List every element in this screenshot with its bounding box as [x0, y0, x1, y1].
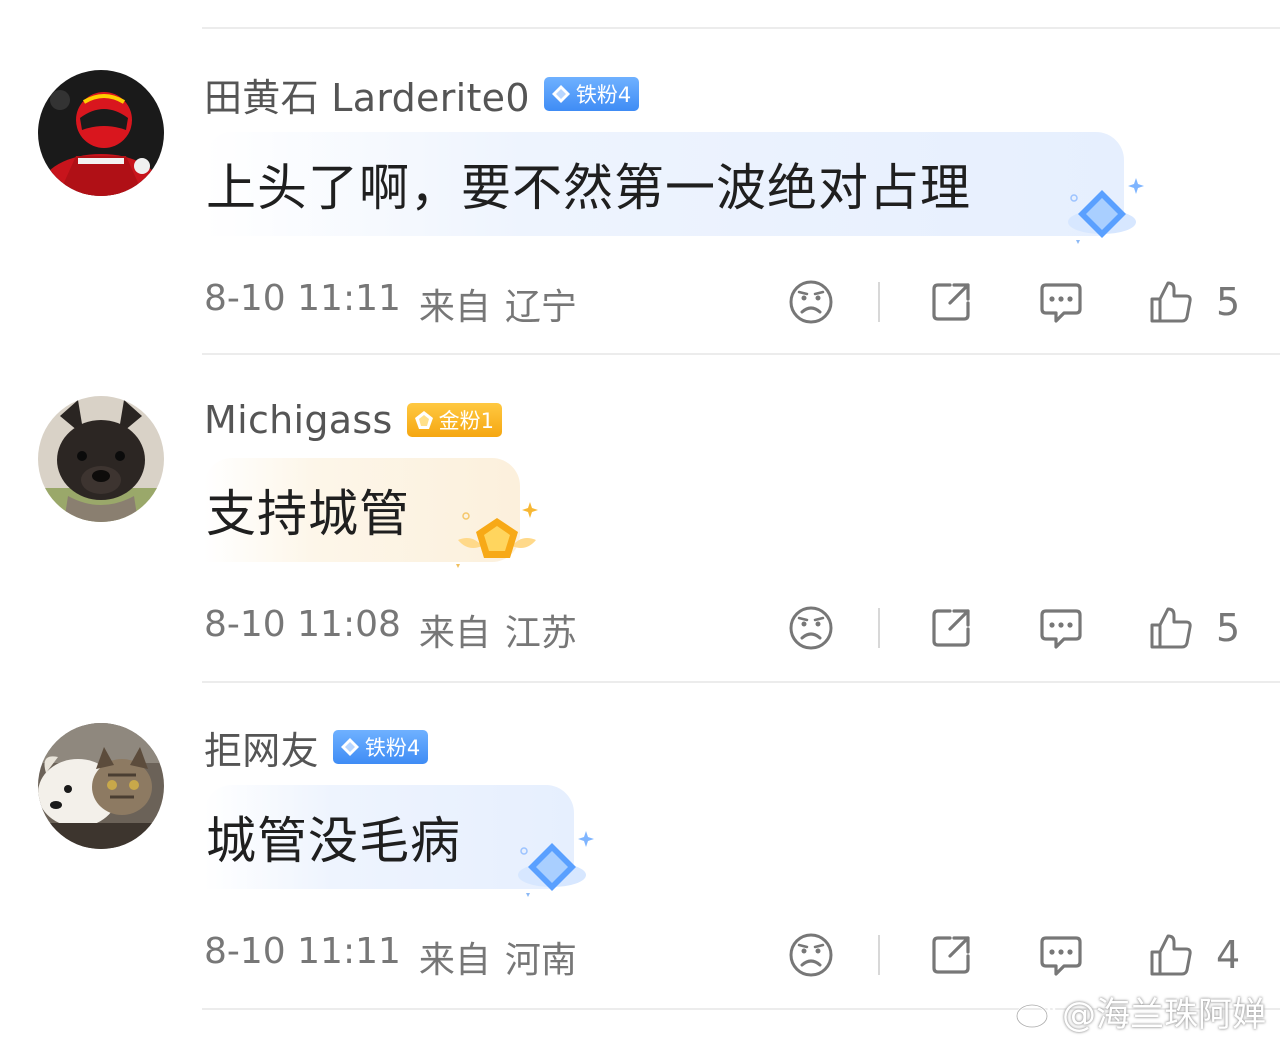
timestamp: 8-10 11:08 [204, 604, 401, 645]
share-button[interactable] [928, 274, 974, 330]
fan-badge[interactable]: 金粉1 [406, 403, 502, 437]
comment-actions: 4 [780, 927, 1260, 983]
thumbs-up-icon [1150, 607, 1192, 649]
share-icon [932, 936, 970, 974]
like-count: 5 [1216, 280, 1241, 324]
username[interactable]: 田黄石 Larderite0 [204, 67, 530, 122]
comment-text: 支持城管 [206, 485, 410, 543]
like-count: 5 [1216, 606, 1241, 650]
avatar[interactable] [38, 723, 164, 849]
timestamp: 8-10 11:11 [204, 931, 401, 972]
from-label: 来自 [418, 287, 491, 328]
comment-icon [1040, 936, 1082, 976]
comment-bubble[interactable]: 上头了啊，要不然第一波绝对占理 [204, 132, 1144, 244]
comment-meta: 8-10 11:11 来自 辽宁 [204, 278, 577, 330]
watermark: @海兰珠阿婵 [1014, 987, 1266, 1036]
like-button[interactable]: 4 [1148, 927, 1240, 983]
diamond-decoration-icon [1068, 178, 1144, 244]
comment-bubble[interactable]: 支持城管 [204, 458, 538, 568]
comment-meta: 8-10 11:11 来自 河南 [204, 931, 577, 983]
diamond-icon [551, 85, 570, 103]
fan-badge[interactable]: 铁粉4 [332, 730, 429, 764]
pentagon-gem-icon [414, 411, 433, 429]
action-separator [878, 935, 880, 975]
share-icon [932, 283, 970, 321]
timestamp: 8-10 11:11 [204, 278, 401, 319]
share-button[interactable] [928, 927, 974, 983]
dislike-button[interactable] [788, 274, 834, 330]
comment-item: Michigass 金粉1 支持城管 8-10 11:08 来自 江苏 5 [0, 356, 1280, 682]
reply-button[interactable] [1038, 274, 1084, 330]
reply-button[interactable] [1038, 600, 1084, 656]
comment-icon [1040, 609, 1082, 649]
username[interactable]: 拒网友 [204, 720, 319, 775]
thumbs-up-icon [1150, 281, 1192, 323]
fan-badge[interactable]: 铁粉4 [543, 77, 640, 111]
diamond-icon [340, 738, 359, 756]
watermark-text: @海兰珠阿婵 [1062, 995, 1266, 1035]
action-separator [878, 608, 880, 648]
comment-item: 拒网友 铁粉4 城管没毛病 8-10 11:11 来自 河南 4 [0, 683, 1280, 1009]
location: 辽宁 [504, 287, 577, 328]
reply-button[interactable] [1038, 927, 1084, 983]
location: 江苏 [504, 613, 577, 654]
comment-text: 上头了啊，要不然第一波绝对占理 [206, 159, 971, 217]
from-label: 来自 [418, 613, 491, 654]
diamond-decoration-icon [518, 831, 594, 897]
badge-label: 铁粉4 [575, 83, 632, 107]
from-label: 来自 [418, 940, 491, 981]
badge-label: 金粉1 [438, 409, 494, 433]
like-button[interactable]: 5 [1148, 600, 1240, 656]
action-separator [878, 282, 880, 322]
weibo-logo-icon [1015, 998, 1056, 1028]
comment-text: 城管没毛病 [206, 812, 461, 870]
comment-bubble[interactable]: 城管没毛病 [204, 785, 594, 897]
comment-actions: 5 [780, 274, 1260, 330]
badge-label: 铁粉4 [364, 736, 421, 760]
comment-meta: 8-10 11:08 来自 江苏 [204, 604, 577, 656]
sad-face-icon [789, 933, 833, 977]
dislike-button[interactable] [788, 927, 834, 983]
top-divider [202, 27, 1280, 29]
thumbs-up-icon [1150, 934, 1192, 976]
avatar[interactable] [38, 70, 164, 196]
dislike-button[interactable] [788, 600, 834, 656]
gold-gem-decoration-icon [456, 502, 538, 568]
location: 河南 [504, 940, 577, 981]
share-icon [932, 609, 970, 647]
comment-item: 田黄石 Larderite0 铁粉4 上头了啊，要不然第一波绝对占理 8-10 … [0, 30, 1280, 356]
like-count: 4 [1216, 933, 1241, 977]
comment-actions: 5 [780, 600, 1260, 656]
avatar[interactable] [38, 396, 164, 522]
share-button[interactable] [928, 600, 974, 656]
like-button[interactable]: 5 [1148, 274, 1240, 330]
sad-face-icon [789, 280, 833, 324]
comment-icon [1040, 283, 1082, 323]
username[interactable]: Michigass [204, 398, 393, 442]
sad-face-icon [789, 606, 833, 650]
